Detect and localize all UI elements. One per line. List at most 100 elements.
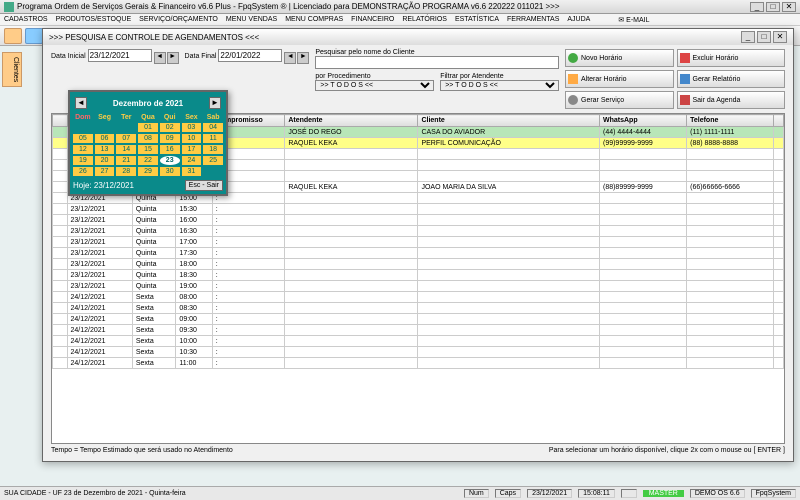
label-data-final: Data Final bbox=[185, 53, 217, 60]
menu-item[interactable]: RELATÓRIOS bbox=[402, 16, 447, 23]
menu-item[interactable]: MENU COMPRAS bbox=[285, 16, 343, 23]
cal-day[interactable]: 09 bbox=[160, 134, 180, 143]
plus-icon bbox=[568, 53, 578, 63]
exit-icon bbox=[680, 95, 690, 105]
cal-day[interactable]: 26 bbox=[73, 167, 93, 176]
table-row[interactable]: 23/12/2021Quinta19:00: bbox=[53, 281, 784, 292]
cal-day[interactable]: 10 bbox=[182, 134, 202, 143]
column-header[interactable] bbox=[53, 115, 68, 127]
cal-day[interactable]: 06 bbox=[95, 134, 115, 143]
cal-day[interactable]: 30 bbox=[160, 167, 180, 176]
column-header[interactable] bbox=[774, 115, 784, 127]
btn-novo-horario[interactable]: Novo Horário bbox=[565, 49, 674, 67]
status-num: Num bbox=[464, 489, 489, 498]
menu-email[interactable]: ✉ E-MAIL bbox=[618, 16, 649, 24]
input-data-final[interactable] bbox=[218, 49, 282, 62]
cal-day[interactable]: 29 bbox=[138, 167, 158, 176]
cal-day[interactable]: 31 bbox=[182, 167, 202, 176]
table-row[interactable]: 23/12/2021Quinta18:00: bbox=[53, 259, 784, 270]
btn-excluir-horario[interactable]: Excluir Horário bbox=[677, 49, 786, 67]
cal-day[interactable]: 28 bbox=[116, 167, 136, 176]
btn-gerar-servico[interactable]: Gerar Serviço bbox=[565, 91, 674, 109]
cal-day[interactable]: 27 bbox=[95, 167, 115, 176]
date-prev[interactable]: ◄ bbox=[154, 52, 166, 64]
cal-prev[interactable]: ◄ bbox=[75, 97, 87, 109]
column-header[interactable]: Atendente bbox=[285, 115, 418, 127]
cal-day[interactable]: 19 bbox=[73, 156, 93, 165]
cal-day[interactable]: 03 bbox=[182, 123, 202, 132]
btn-sair-agenda[interactable]: Sair da Agenda bbox=[677, 91, 786, 109]
column-header[interactable]: WhatsApp bbox=[599, 115, 686, 127]
cal-day[interactable]: 14 bbox=[116, 145, 136, 154]
cal-next[interactable]: ► bbox=[209, 97, 221, 109]
cal-day[interactable]: 25 bbox=[203, 156, 223, 165]
cal-day[interactable]: 23 bbox=[160, 156, 180, 165]
menu-item[interactable]: AJUDA bbox=[567, 16, 590, 23]
table-row[interactable]: 23/12/2021Quinta18:30: bbox=[53, 270, 784, 281]
cal-day[interactable]: 17 bbox=[182, 145, 202, 154]
column-header[interactable]: Telefone bbox=[687, 115, 774, 127]
date-final-next[interactable]: ► bbox=[297, 52, 309, 64]
toolbar-button[interactable] bbox=[25, 28, 43, 44]
cal-day[interactable]: 13 bbox=[95, 145, 115, 154]
select-atendente[interactable]: >> T O D O S << bbox=[440, 80, 559, 91]
column-header[interactable]: Cliente bbox=[418, 115, 600, 127]
cal-day[interactable]: 15 bbox=[138, 145, 158, 154]
status-blank bbox=[621, 489, 637, 498]
table-row[interactable]: 24/12/2021Sexta08:00: bbox=[53, 292, 784, 303]
select-procedimento[interactable]: >> T O D O S << bbox=[315, 80, 434, 91]
date-final-prev[interactable]: ◄ bbox=[284, 52, 296, 64]
table-row[interactable]: 24/12/2021Sexta10:30: bbox=[53, 347, 784, 358]
toolbar-button[interactable] bbox=[4, 28, 22, 44]
menu-item[interactable]: ESTATÍSTICA bbox=[455, 16, 499, 23]
menu-item[interactable]: FERRAMENTAS bbox=[507, 16, 559, 23]
cal-day-header: Qui bbox=[160, 114, 180, 121]
table-row[interactable]: 24/12/2021Sexta09:00: bbox=[53, 314, 784, 325]
cal-day[interactable]: 05 bbox=[73, 134, 93, 143]
minimize-button[interactable]: _ bbox=[750, 2, 764, 12]
btn-gerar-relatorio[interactable]: Gerar Relatório bbox=[677, 70, 786, 88]
cal-day[interactable]: 21 bbox=[116, 156, 136, 165]
menu-item[interactable]: CADASTROS bbox=[4, 16, 48, 23]
menu-item[interactable]: FINANCEIRO bbox=[351, 16, 394, 23]
x-icon bbox=[680, 53, 690, 63]
cal-day[interactable]: 11 bbox=[203, 134, 223, 143]
close-button[interactable]: ✕ bbox=[782, 2, 796, 12]
dialog-minimize[interactable]: _ bbox=[741, 31, 755, 43]
table-row[interactable]: 24/12/2021Sexta09:30: bbox=[53, 325, 784, 336]
input-data-inicial[interactable] bbox=[88, 49, 152, 62]
cal-day[interactable]: 04 bbox=[203, 123, 223, 132]
cal-day[interactable]: 01 bbox=[138, 123, 158, 132]
table-row[interactable]: 23/12/2021Quinta17:30: bbox=[53, 248, 784, 259]
table-row[interactable]: 23/12/2021Quinta15:30: bbox=[53, 204, 784, 215]
status-brand: FpqSystem bbox=[751, 489, 796, 498]
table-row[interactable]: 24/12/2021Sexta11:00: bbox=[53, 358, 784, 369]
dialog-maximize[interactable]: □ bbox=[757, 31, 771, 43]
cal-day[interactable]: 20 bbox=[95, 156, 115, 165]
label-filtrar-proc: por Procedimento bbox=[315, 73, 434, 80]
maximize-button[interactable]: □ bbox=[766, 2, 780, 12]
cal-esc[interactable]: Esc - Sair bbox=[185, 180, 223, 191]
sidebar-tab-clientes[interactable]: Clientes bbox=[2, 52, 22, 87]
cal-day[interactable]: 22 bbox=[138, 156, 158, 165]
table-row[interactable]: 24/12/2021Sexta08:30: bbox=[53, 303, 784, 314]
btn-alterar-horario[interactable]: Alterar Horário bbox=[565, 70, 674, 88]
cal-day[interactable]: 16 bbox=[160, 145, 180, 154]
cal-day[interactable]: 18 bbox=[203, 145, 223, 154]
cal-day[interactable]: 24 bbox=[182, 156, 202, 165]
menu-item[interactable]: SERVIÇO/ORÇAMENTO bbox=[139, 16, 218, 23]
menu-item[interactable]: PRODUTOS/ESTOQUE bbox=[56, 16, 132, 23]
cal-day[interactable]: 08 bbox=[138, 134, 158, 143]
cal-day[interactable]: 12 bbox=[73, 145, 93, 154]
table-row[interactable]: 23/12/2021Quinta16:00: bbox=[53, 215, 784, 226]
table-row[interactable]: 24/12/2021Sexta10:00: bbox=[53, 336, 784, 347]
status-date: 23/12/2021 bbox=[527, 489, 572, 498]
table-row[interactable]: 23/12/2021Quinta16:30: bbox=[53, 226, 784, 237]
input-pesq-cliente[interactable] bbox=[315, 56, 559, 69]
date-next[interactable]: ► bbox=[167, 52, 179, 64]
cal-day[interactable]: 02 bbox=[160, 123, 180, 132]
dialog-close[interactable]: ✕ bbox=[773, 31, 787, 43]
table-row[interactable]: 23/12/2021Quinta17:00: bbox=[53, 237, 784, 248]
cal-day[interactable]: 07 bbox=[116, 134, 136, 143]
menu-item[interactable]: MENU VENDAS bbox=[226, 16, 277, 23]
